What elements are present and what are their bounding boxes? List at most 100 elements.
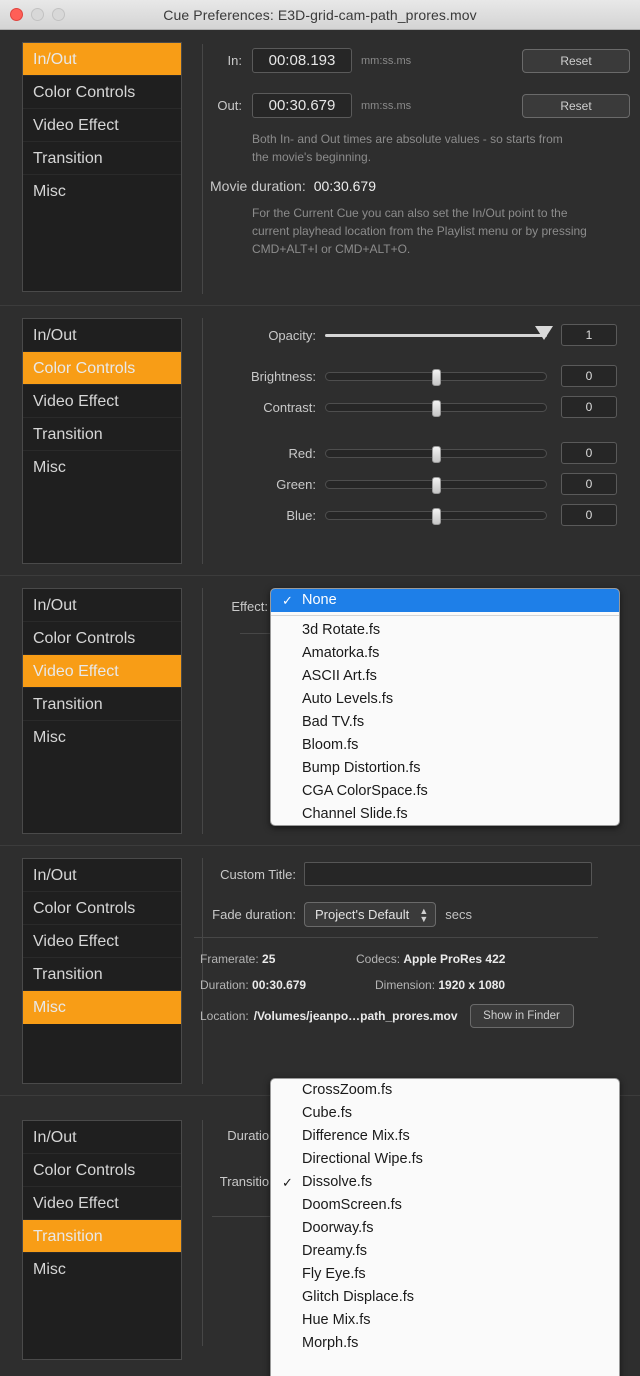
red-slider-thumb[interactable] [432, 445, 441, 463]
sidebar-item-video-effect[interactable]: Video Effect [23, 925, 181, 958]
green-slider-track[interactable] [325, 476, 547, 494]
opacity-slider-thumb[interactable] [535, 325, 553, 340]
dimension-field: Dimension: 1920 x 1080 [375, 978, 505, 992]
menu-item[interactable]: Doorway.fs [271, 1217, 619, 1240]
sidebar-item-inout[interactable]: In/Out [23, 1121, 181, 1154]
menu-item[interactable]: Bad TV.fs [271, 711, 619, 734]
menu-item[interactable]: Fly Eye.fs [271, 1263, 619, 1286]
menu-item-label: CrossZoom.fs [302, 1082, 393, 1098]
sidebar-item-misc[interactable]: Misc [23, 451, 181, 484]
duration-dimension-row: Duration: 00:30.679 Dimension: 1920 x 10… [200, 978, 640, 992]
sidebar-item-color-controls[interactable]: Color Controls [23, 1154, 181, 1187]
menu-item-none[interactable]: ✓ None [271, 589, 619, 612]
menu-item[interactable]: Auto Levels.fs [271, 688, 619, 711]
sidebar-item-video-effect[interactable]: Video Effect [23, 1187, 181, 1220]
sidebar-item-color-controls[interactable]: Color Controls [23, 352, 181, 385]
sidebar-item-color-controls[interactable]: Color Controls [23, 76, 181, 109]
contrast-slider-thumb[interactable] [432, 399, 441, 417]
sidebar-item-misc[interactable]: Misc [23, 991, 181, 1024]
transition-dropdown-menu[interactable]: CrossZoom.fs Cube.fs Difference Mix.fs D… [270, 1078, 620, 1376]
sidebar-item-inout[interactable]: In/Out [23, 319, 181, 352]
menu-item[interactable]: Channel Slide.fs [271, 803, 619, 825]
sidebar-item-misc[interactable]: Misc [23, 721, 181, 754]
sidebar-item-inout[interactable]: In/Out [23, 589, 181, 622]
menu-item[interactable]: Glitch Displace.fs [271, 1286, 619, 1309]
sidebar-item-video-effect[interactable]: Video Effect [23, 655, 181, 688]
menu-item[interactable]: Cube.fs [271, 1102, 619, 1125]
menu-item-label: Doorway.fs [302, 1220, 374, 1236]
menu-item[interactable]: CrossZoom.fs [271, 1079, 619, 1102]
green-value[interactable]: 0 [561, 473, 617, 495]
blue-value[interactable]: 0 [561, 504, 617, 526]
menu-item[interactable]: Dreamy.fs [271, 1240, 619, 1263]
menu-item[interactable]: CGA ColorSpace.fs [271, 780, 619, 803]
sidebar-item-inout[interactable]: In/Out [23, 859, 181, 892]
reset-in-button[interactable]: Reset [522, 48, 630, 73]
show-in-finder-button[interactable]: Show in Finder [469, 1004, 574, 1028]
menu-item-label: None [302, 592, 337, 608]
fade-duration-row: Fade duration: Project's Default ▲ ▼ secs [200, 902, 640, 927]
menu-item[interactable]: ASCII Art.fs [271, 665, 619, 688]
red-slider-track[interactable] [325, 445, 547, 463]
close-icon[interactable] [10, 8, 23, 21]
sidebar-item-color-controls[interactable]: Color Controls [23, 622, 181, 655]
sidebar-item-misc[interactable]: Misc [23, 175, 181, 208]
blue-slider-thumb[interactable] [432, 507, 441, 525]
menu-item[interactable]: Bump Distortion.fs [271, 757, 619, 780]
sidebar-item-transition[interactable]: Transition [23, 688, 181, 721]
section-inout: In/Out Color Controls Video Effect Trans… [0, 30, 640, 306]
contrast-slider-track[interactable] [325, 399, 547, 417]
menu-item[interactable]: Bloom.fs [271, 734, 619, 757]
menu-item[interactable]: Directional Wipe.fs [271, 1148, 619, 1171]
codecs-field: Codecs: Apple ProRes 422 [356, 952, 505, 966]
out-time-row: Out: 00:30.679 mm:ss.ms Reset [210, 93, 640, 118]
out-time-field[interactable]: 00:30.679 [252, 93, 352, 118]
sidebar-item-video-effect[interactable]: Video Effect [23, 109, 181, 142]
brightness-value[interactable]: 0 [561, 365, 617, 387]
effect-dropdown-menu[interactable]: ✓ None 3d Rotate.fs Amatorka.fs ASCII Ar… [270, 588, 620, 826]
green-slider-row: Green: 0 [220, 473, 640, 495]
menu-item[interactable]: 3d Rotate.fs [271, 619, 619, 642]
sidebar-item-inout[interactable]: In/Out [23, 43, 181, 76]
sidebar-item-transition[interactable]: Transition [23, 958, 181, 991]
reset-out-button[interactable]: Reset [522, 93, 630, 118]
check-icon: ✓ [282, 1175, 293, 1190]
menu-item[interactable]: Morph.fs [271, 1332, 619, 1355]
menu-item-label: Bloom.fs [302, 737, 359, 753]
in-time-field[interactable]: 00:08.193 [252, 48, 352, 73]
stepper-icon[interactable]: ▲ ▼ [419, 906, 428, 923]
menu-item-label: 3d Rotate.fs [302, 622, 381, 638]
fade-duration-label: Fade duration: [212, 907, 296, 922]
menu-item-dissolve[interactable]: ✓ Dissolve.fs [271, 1171, 619, 1194]
codecs-label: Codecs: [356, 952, 401, 966]
sidebar-item-video-effect[interactable]: Video Effect [23, 385, 181, 418]
custom-title-input[interactable] [304, 862, 592, 886]
menu-item-label: Difference Mix.fs [302, 1128, 410, 1144]
contrast-value[interactable]: 0 [561, 396, 617, 418]
blue-slider-track[interactable] [325, 507, 547, 525]
brightness-slider-track[interactable] [325, 368, 547, 386]
transition-label: Transition: [219, 1174, 280, 1189]
fade-duration-select[interactable]: Project's Default ▲ ▼ [304, 902, 437, 927]
menu-item[interactable]: DoomScreen.fs [271, 1194, 619, 1217]
sidebar-item-misc[interactable]: Misc [23, 1253, 181, 1286]
opacity-slider-track[interactable] [325, 325, 553, 340]
red-value[interactable]: 0 [561, 442, 617, 464]
menu-item[interactable]: Amatorka.fs [271, 642, 619, 665]
duration-field: Duration: 00:30.679 [200, 978, 375, 992]
misc-divider [194, 937, 598, 938]
sidebar-item-transition[interactable]: Transition [23, 418, 181, 451]
opacity-value[interactable]: 1 [561, 324, 617, 346]
minimize-icon[interactable] [31, 8, 44, 21]
brightness-slider-thumb[interactable] [432, 368, 441, 386]
maximize-icon[interactable] [52, 8, 65, 21]
blue-label: Blue: [286, 507, 316, 523]
menu-item[interactable]: Hue Mix.fs [271, 1309, 619, 1332]
sidebar-item-transition[interactable]: Transition [23, 1220, 181, 1253]
sidebar-item-transition[interactable]: Transition [23, 142, 181, 175]
contrast-label: Contrast: [263, 399, 316, 415]
effect-label: Effect: [231, 599, 268, 614]
sidebar-item-color-controls[interactable]: Color Controls [23, 892, 181, 925]
menu-item[interactable]: Difference Mix.fs [271, 1125, 619, 1148]
green-slider-thumb[interactable] [432, 476, 441, 494]
